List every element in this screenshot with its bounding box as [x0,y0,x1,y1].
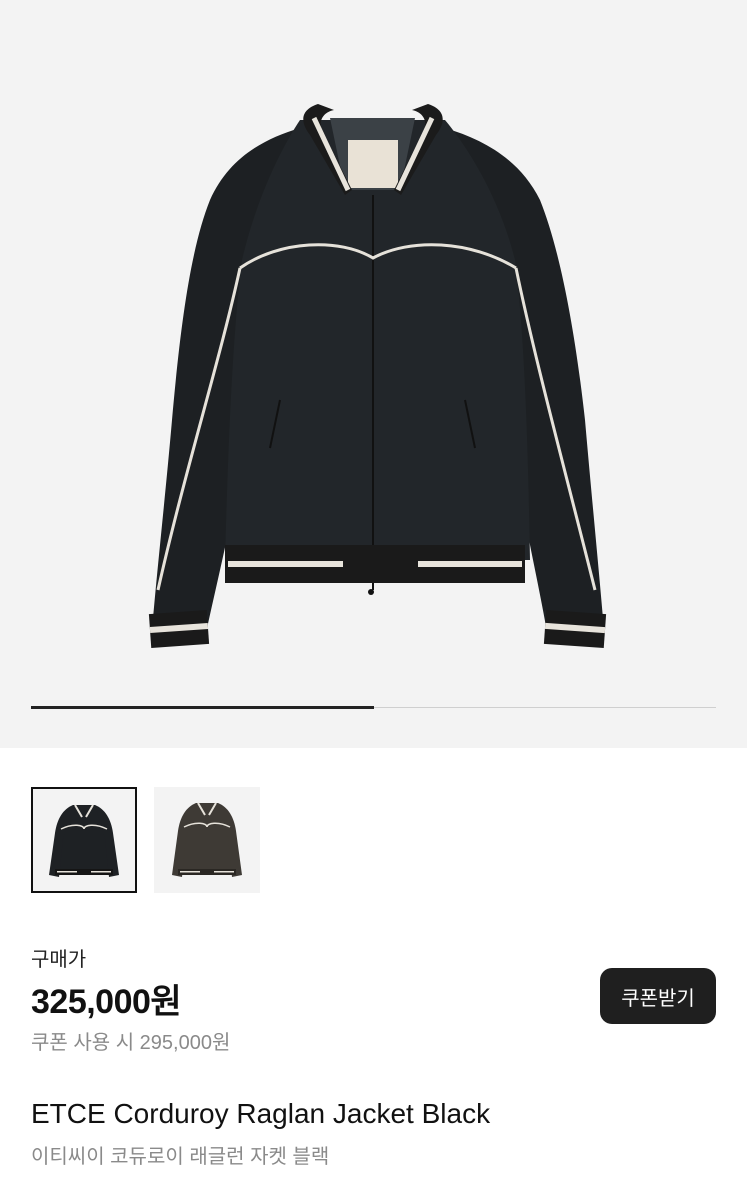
thumbnail-brown[interactable] [154,787,260,893]
product-name-ko: 이티씨이 코듀로이 래글런 자켓 블랙 [31,1146,330,1168]
jacket-thumbnail-black [49,804,119,877]
thumbnail-black[interactable] [31,787,137,893]
get-coupon-button[interactable]: 쿠폰받기 [600,968,716,1024]
price-label: 구매가 [31,949,87,971]
gallery-progress-fill [31,706,374,709]
product-image-gallery[interactable] [0,0,747,748]
coupon-price: 쿠폰 사용 시 295,000원 [31,1032,231,1054]
jacket-thumbnail-brown [172,802,242,877]
product-name-en: ETCE Corduroy Raglan Jacket Black [31,1098,491,1129]
jacket-image [148,104,607,649]
gallery-progress-track [31,706,716,709]
price: 325,000원 [31,983,182,1021]
